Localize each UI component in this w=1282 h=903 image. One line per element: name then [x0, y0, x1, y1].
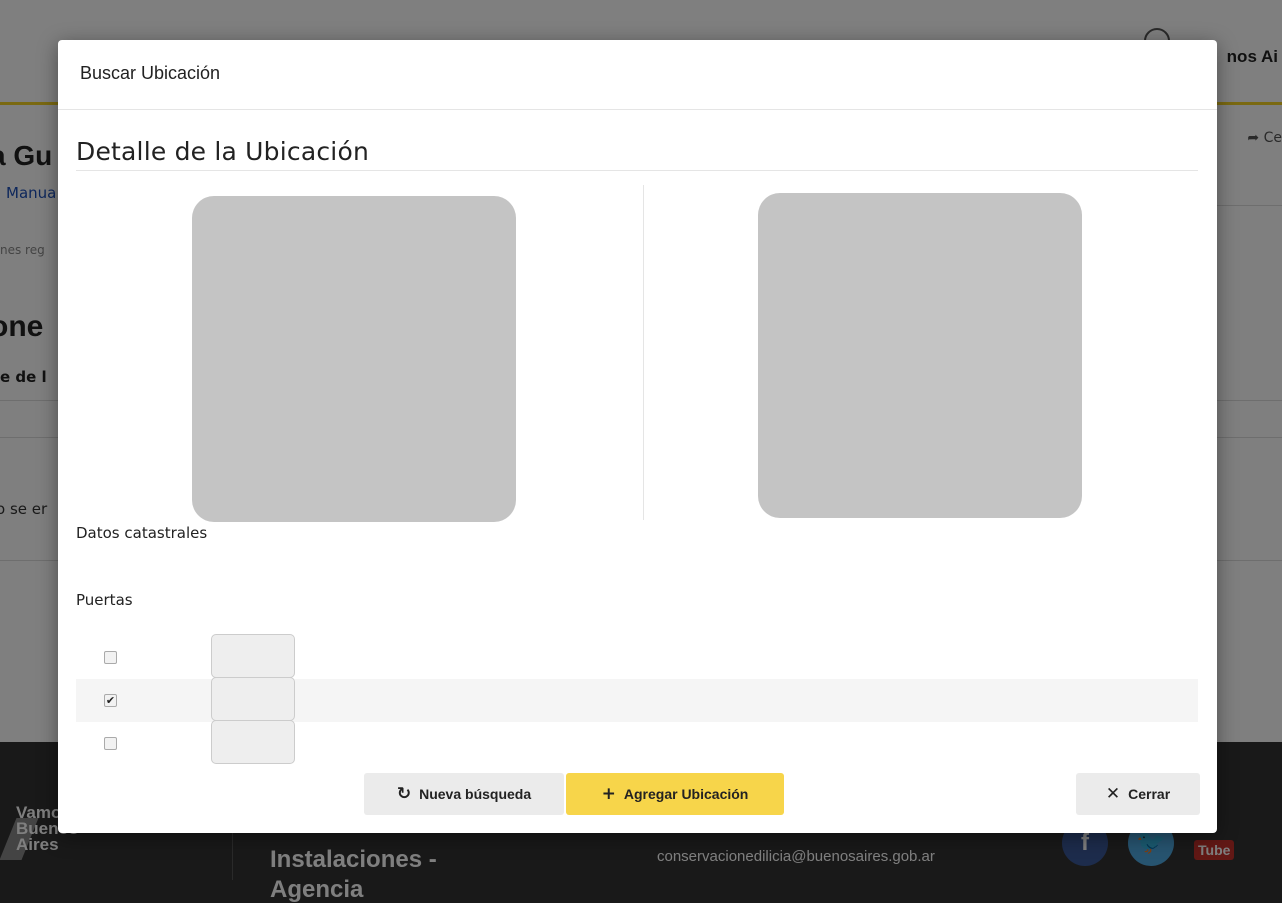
door-row: ✔ — [76, 677, 1198, 722]
add-location-button[interactable]: + Agregar Ubicación — [566, 773, 784, 815]
door-checkbox[interactable] — [104, 737, 117, 750]
new-search-label: Nueva búsqueda — [419, 786, 532, 802]
door-checkbox[interactable] — [104, 651, 117, 664]
refresh-icon: ↻ — [396, 784, 412, 804]
add-location-label: Agregar Ubicación — [623, 786, 749, 802]
location-search-modal: Buscar Ubicación Detalle de la Ubicación… — [58, 40, 1217, 833]
close-icon: ✕ — [1105, 784, 1121, 804]
close-button[interactable]: ✕ Cerrar — [1076, 773, 1200, 815]
column-divider — [643, 185, 644, 520]
modal-header: Buscar Ubicación — [58, 40, 1217, 110]
plus-icon: + — [601, 784, 616, 804]
new-search-button[interactable]: ↻ Nueva búsqueda — [364, 773, 564, 815]
door-row — [76, 720, 1198, 765]
door-number-field[interactable] — [211, 677, 295, 721]
close-label: Cerrar — [1128, 786, 1171, 802]
door-number-field[interactable] — [211, 634, 295, 678]
section-divider — [76, 170, 1198, 171]
door-row — [76, 634, 1198, 679]
location-map — [758, 193, 1082, 518]
door-checkbox[interactable]: ✔ — [104, 694, 117, 707]
section-title: Detalle de la Ubicación — [76, 137, 369, 166]
doors-label: Puertas — [76, 591, 133, 609]
door-number-field[interactable] — [211, 720, 295, 764]
location-photo — [192, 196, 516, 522]
cadastral-data-label: Datos catastrales — [76, 524, 208, 542]
modal-title: Buscar Ubicación — [80, 63, 221, 83]
